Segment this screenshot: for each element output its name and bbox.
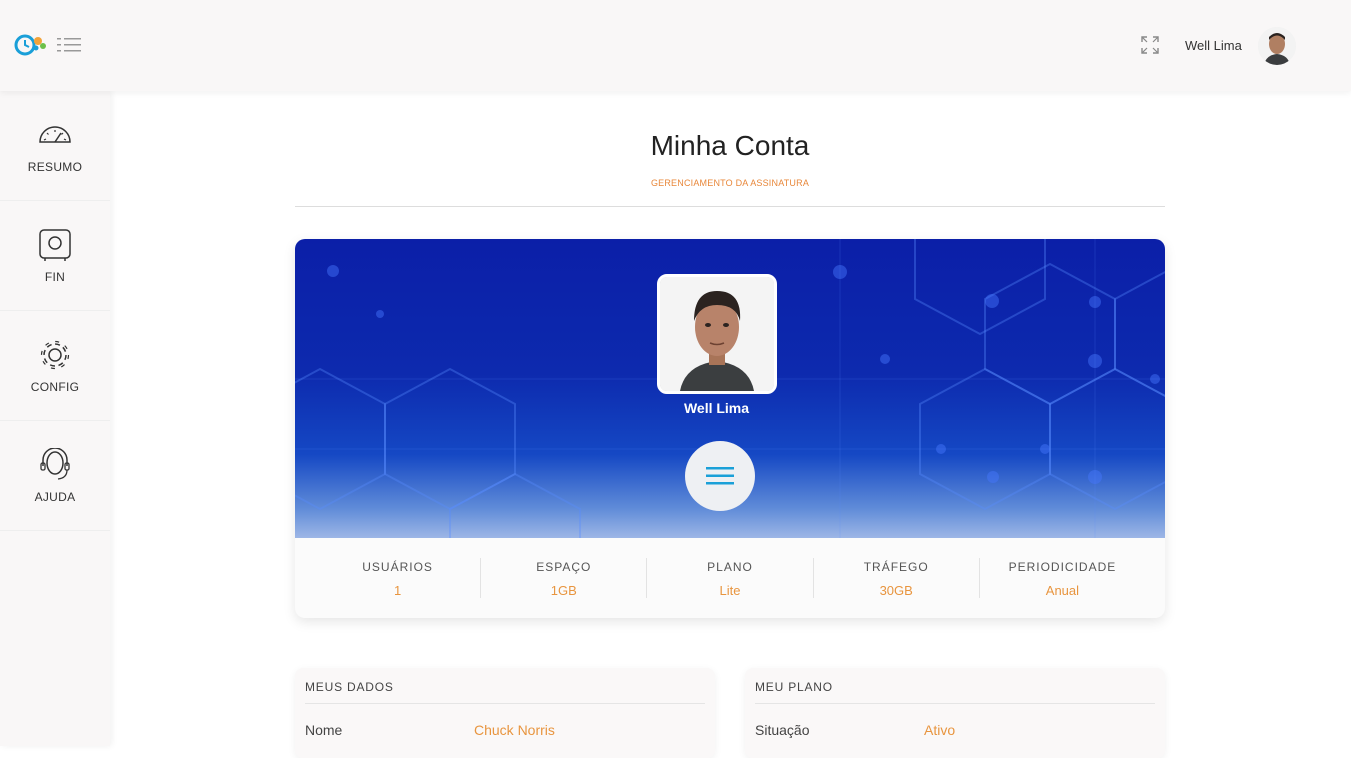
profile-name: Well Lima bbox=[683, 400, 750, 416]
page-subtitle: GERENCIAMENTO DA ASSINATURA bbox=[650, 178, 810, 188]
stat-periodicidade: PERIODICIDADE Anual bbox=[980, 558, 1145, 598]
gear-icon bbox=[40, 340, 70, 369]
user-avatar[interactable] bbox=[1258, 27, 1296, 65]
profile-photo bbox=[657, 274, 777, 394]
stat-value: Anual bbox=[1045, 583, 1080, 598]
sidebar-item-resumo[interactable]: RESUMO bbox=[0, 91, 110, 201]
sidebar-item-ajuda[interactable]: AJUDA bbox=[0, 421, 110, 531]
stat-value: 1 bbox=[393, 583, 402, 598]
safe-icon bbox=[39, 228, 71, 261]
panel-title: MEU PLANO bbox=[755, 680, 833, 694]
divider bbox=[755, 703, 1155, 704]
profile-card: Well Lima USUÁRIOS 1 ESPAÇO 1GB PLANO Li… bbox=[295, 239, 1165, 618]
profile-banner: Well Lima bbox=[295, 239, 1165, 538]
stat-espaco: ESPAÇO 1GB bbox=[481, 558, 648, 598]
stat-value: 30GB bbox=[879, 583, 913, 598]
stat-usuarios: USUÁRIOS 1 bbox=[315, 558, 482, 598]
divider bbox=[295, 206, 1165, 207]
field-label: Nome bbox=[305, 722, 343, 738]
panel-title: MEUS DADOS bbox=[305, 680, 394, 694]
subscription-stats: USUÁRIOS 1 ESPAÇO 1GB PLANO Lite TRÁFEGO… bbox=[295, 538, 1165, 618]
clock-gear-logo[interactable] bbox=[14, 33, 50, 57]
fullscreen-icon[interactable] bbox=[1140, 35, 1160, 55]
stat-trafego: TRÁFEGO 30GB bbox=[814, 558, 980, 598]
speedometer-icon bbox=[39, 125, 71, 143]
stat-value: Lite bbox=[719, 583, 741, 598]
divider bbox=[305, 703, 705, 704]
stat-plano: PLANO Lite bbox=[647, 558, 814, 598]
stat-label: ESPAÇO bbox=[536, 560, 592, 574]
my-plan-panel: MEU PLANO Situação Ativo bbox=[745, 668, 1165, 758]
field-value: Ativo bbox=[924, 722, 956, 738]
hamburger-menu-icon[interactable] bbox=[57, 37, 81, 53]
sidebar-item-label: FIN bbox=[44, 269, 66, 284]
hamburger-menu-icon bbox=[706, 467, 734, 485]
top-bar: Well Lima bbox=[0, 0, 1351, 91]
field-label: Situação bbox=[755, 722, 810, 738]
sidebar-item-label: AJUDA bbox=[34, 489, 76, 504]
stat-label: TRÁFEGO bbox=[863, 560, 929, 574]
sidebar-item-label: CONFIG bbox=[30, 379, 80, 394]
my-data-panel: MEUS DADOS Nome Chuck Norris bbox=[295, 668, 715, 758]
sidebar-item-label: RESUMO bbox=[27, 159, 83, 174]
stat-label: PLANO bbox=[707, 560, 753, 574]
headset-icon bbox=[40, 447, 70, 480]
sidebar-item-fin[interactable]: FIN bbox=[0, 201, 110, 311]
stat-label: USUÁRIOS bbox=[362, 560, 433, 574]
header-username[interactable]: Well Lima bbox=[1185, 38, 1242, 53]
sidebar-item-config[interactable]: CONFIG bbox=[0, 311, 110, 421]
sidebar: RESUMO FIN CONFIG AJUDA bbox=[0, 91, 110, 746]
stat-value: 1GB bbox=[550, 583, 577, 598]
profile-menu-button[interactable] bbox=[685, 441, 755, 511]
field-value: Chuck Norris bbox=[474, 722, 555, 738]
page-title: Minha Conta bbox=[650, 130, 810, 161]
stat-label: PERIODICIDADE bbox=[1008, 560, 1117, 574]
